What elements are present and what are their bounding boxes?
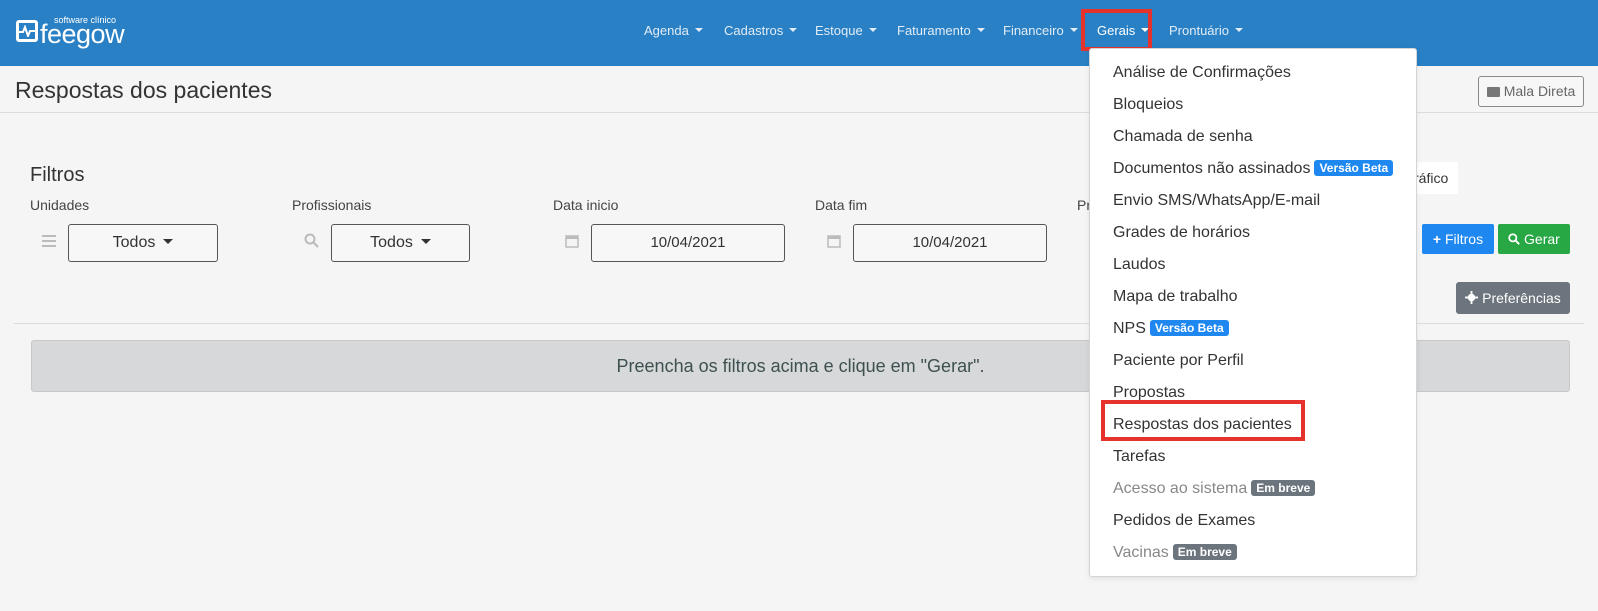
logo-wordmark: feegow [40,19,125,49]
caret-down-icon [420,239,431,244]
menu-item-label: Vacinas [1113,544,1169,561]
soon-badge: Em breve [1251,480,1316,496]
mala-direta-button[interactable]: Mala Direta [1478,76,1584,107]
gerais-highlight-box [1081,9,1152,51]
menu-item-label: Laudos [1113,256,1166,273]
menu-item-pedidos-exames[interactable]: Pedidos de Exames [1113,511,1255,531]
gerais-dropdown-menu: Análise de Confirmações Bloqueios Chamad… [1089,48,1417,577]
menu-item-mapa-trabalho[interactable]: Mapa de trabalho [1113,287,1238,307]
calendar-icon [565,234,579,253]
caret-down-icon [789,28,798,32]
menu-item-label: Tarefas [1113,448,1166,465]
calendar-icon [827,234,841,253]
page-title: Respostas dos pacientes [15,77,272,103]
filtros-label: Filtros [1444,231,1484,247]
gerar-button[interactable]: Gerar [1498,224,1570,254]
profissionais-select[interactable]: Todos [331,224,470,262]
menu-item-label: Pedidos de Exames [1113,512,1256,529]
menu-item-analise-confirmacoes[interactable]: Análise de Confirmações [1113,63,1291,83]
data-fim-label: Data fim [815,197,868,213]
menu-item-label: Envio SMS/WhatsApp/E-mail [1113,192,1321,209]
nav-estoque-label: Estoque [815,23,863,38]
menu-item-vacinas: Vacinas Em breve [1113,543,1237,563]
preferencias-label: Preferências [1482,290,1561,306]
menu-item-label: Chamada de senha [1113,128,1253,145]
beta-badge: Versão Beta [1314,160,1394,176]
nav-cadastros[interactable]: Cadastros [724,22,798,40]
nav-cadastros-label: Cadastros [724,23,784,38]
menu-item-acesso-sistema: Acesso ao sistema Em breve [1113,479,1316,499]
menu-item-label: NPS [1113,320,1146,337]
menu-item-chamada-senha[interactable]: Chamada de senha [1113,127,1253,147]
menu-item-label: Propostas [1113,384,1186,401]
menu-item-label: Acesso ao sistema [1113,480,1248,497]
soon-badge: Em breve [1172,544,1237,560]
menu-item-tarefas[interactable]: Tarefas [1113,447,1165,467]
caret-down-icon [1234,28,1243,32]
nav-prontuario-label: Prontuário [1169,23,1229,38]
plus-icon: + [1432,231,1442,247]
menu-item-label: Paciente por Perfil [1113,352,1244,369]
envelope-icon [1486,87,1500,97]
caret-down-icon [868,28,877,32]
menu-item-label: Bloqueios [1113,96,1184,113]
unidades-label: Unidades [30,197,90,213]
respostas-highlight-box [1101,400,1305,441]
mala-direta-label: Mala Direta [1503,83,1576,99]
data-inicio-label: Data inicio [553,197,619,213]
menu-item-envio-sms[interactable]: Envio SMS/WhatsApp/E-mail [1113,191,1320,211]
caret-down-icon [163,239,174,244]
menu-item-paciente-perfil[interactable]: Paciente por Perfil [1113,351,1244,371]
preferencias-button[interactable]: Preferências [1456,282,1570,314]
add-filters-button[interactable]: + Filtros [1422,224,1494,254]
menu-item-label: Grades de horários [1113,224,1250,241]
unidades-select[interactable]: Todos [68,224,218,262]
menu-item-nps[interactable]: NPS Versão Beta [1113,319,1229,339]
profissionais-label: Profissionais [292,197,372,213]
search-icon [304,233,319,253]
heartbeat-icon [16,20,38,42]
nav-financeiro-label: Financeiro [1003,23,1064,38]
beta-badge: Versão Beta [1149,320,1229,336]
nav-estoque[interactable]: Estoque [815,22,877,40]
nav-prontuario[interactable]: Prontuário [1169,22,1243,40]
list-icon [42,234,56,252]
menu-item-documentos-nao-assinados[interactable]: Documentos não assinados Versão Beta [1113,159,1394,179]
menu-item-grades-horarios[interactable]: Grades de horários [1113,223,1250,243]
menu-item-bloqueios[interactable]: Bloqueios [1113,95,1183,115]
data-inicio-input[interactable]: 10/04/2021 [591,224,785,262]
nav-faturamento[interactable]: Faturamento [897,22,985,40]
caret-down-icon [1069,28,1078,32]
menu-item-label: Mapa de trabalho [1113,288,1238,305]
data-fim-input[interactable]: 10/04/2021 [853,224,1047,262]
menu-item-label: Análise de Confirmações [1113,64,1291,81]
caret-down-icon [976,28,985,32]
filters-title: Filtros [30,164,85,186]
nav-financeiro[interactable]: Financeiro [1003,22,1078,40]
gerar-label: Gerar [1524,231,1560,247]
profissionais-value: Todos [370,234,413,251]
search-icon [1508,233,1521,245]
nav-agenda[interactable]: Agenda [644,22,703,40]
feegow-logo[interactable]: software clínico feegow [16,14,126,50]
nav-agenda-label: Agenda [644,23,689,38]
menu-item-label: Documentos não assinados [1113,160,1311,177]
caret-down-icon [694,28,703,32]
gear-icon [1465,291,1479,304]
nav-faturamento-label: Faturamento [897,23,971,38]
unidades-value: Todos [112,234,156,251]
menu-item-laudos[interactable]: Laudos [1113,255,1166,275]
